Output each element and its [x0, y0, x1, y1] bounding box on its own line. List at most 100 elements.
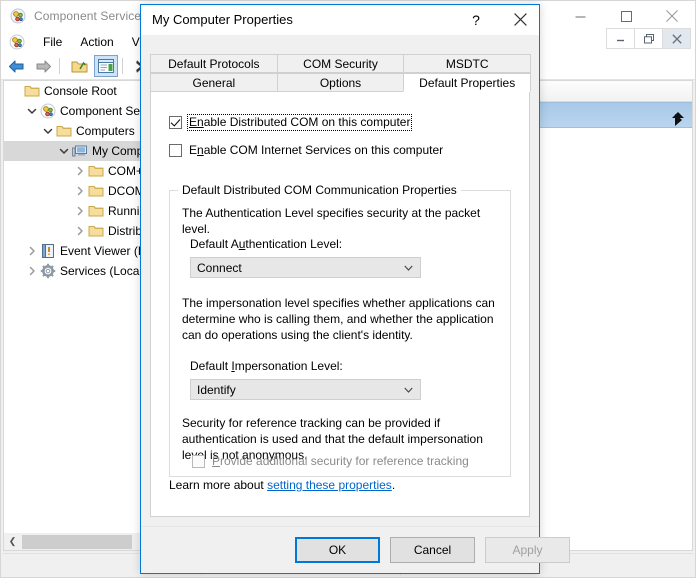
close-button[interactable]: [649, 1, 695, 31]
setting-these-properties-link[interactable]: setting these properties: [267, 478, 392, 492]
enable-distributed-com-label: Enable Distributed COM on this computer: [186, 114, 413, 131]
label-rest: able COM Internet Services on this compu…: [203, 143, 444, 157]
tree-item-label: COM+: [108, 164, 144, 178]
menu-file[interactable]: File: [34, 33, 71, 51]
maximize-button[interactable]: [603, 1, 649, 31]
mdi-restore-button[interactable]: [634, 28, 663, 49]
enable-com-internet-services-checkbox[interactable]: [169, 144, 182, 157]
mdi-minimize-button[interactable]: [606, 28, 635, 49]
label-pre: E: [189, 143, 198, 157]
component-services-icon: [9, 34, 25, 50]
default-properties-tab-page: Enable Distributed COM on this computer …: [150, 92, 530, 517]
services-icon: [40, 263, 56, 279]
provide-additional-security-label: Provide additional security for referenc…: [212, 455, 469, 468]
accel-char: n: [197, 143, 204, 157]
accel-char: E: [189, 115, 198, 129]
folder-icon: [88, 163, 104, 179]
tab-options[interactable]: Options: [276, 73, 405, 92]
enable-com-internet-services-label: Enable COM Internet Services on this com…: [189, 144, 443, 157]
tab-msdtc[interactable]: MSDTC: [403, 54, 532, 73]
ok-button[interactable]: OK: [295, 537, 380, 563]
chevron-down-icon[interactable]: [40, 123, 56, 139]
tree-item-label: Component Servi: [60, 104, 153, 118]
folder-icon: [88, 183, 104, 199]
impersonation-description: The impersonation level specifies whethe…: [182, 296, 495, 342]
label-rest: rovide additional security for reference…: [220, 454, 469, 468]
tree-item-label: Console Root: [44, 84, 117, 98]
screen: Component Services File Action Console R…: [0, 0, 696, 578]
dialog-body: Default Protocols COM Security MSDTC Gen…: [141, 35, 539, 527]
show-hide-console-tree-button[interactable]: [94, 55, 118, 77]
menu-action[interactable]: Action: [71, 33, 122, 51]
up-one-level-button[interactable]: [67, 55, 91, 77]
authentication-description: The Authentication Level specifies secur…: [182, 206, 481, 236]
label-rest: able Distributed COM on this computer: [203, 115, 411, 129]
dialog-button-bar: OK Cancel Apply: [141, 526, 570, 573]
forward-button[interactable]: [31, 55, 55, 77]
scrollbar-thumb[interactable]: [22, 534, 132, 549]
toolbar-separator: [59, 58, 60, 74]
combobox-value: Connect: [197, 260, 242, 275]
tab-com-security[interactable]: COM Security: [276, 54, 405, 73]
label-rest: mpersonation Level:: [234, 359, 343, 373]
toolbar-separator: [122, 58, 123, 74]
default-authentication-level-combobox[interactable]: Connect: [190, 257, 421, 278]
component-services-icon: [40, 103, 56, 119]
minimize-button[interactable]: [557, 1, 603, 31]
dialog-title: My Computer Properties: [152, 12, 293, 27]
help-button[interactable]: ?: [459, 5, 493, 34]
component-services-icon: [10, 8, 26, 24]
cancel-button[interactable]: Cancel: [390, 537, 475, 563]
event-viewer-icon: [40, 243, 56, 259]
default-impersonation-level-combobox[interactable]: Identify: [190, 379, 421, 400]
chevron-down-icon: [404, 265, 413, 271]
chevron-right-icon[interactable]: [24, 263, 40, 279]
chevron-right-icon[interactable]: [72, 163, 88, 179]
my-computer-properties-dialog: My Computer Properties ? Default Protoco…: [140, 4, 570, 574]
provide-additional-security-checkbox[interactable]: [192, 455, 205, 468]
back-button[interactable]: [4, 55, 28, 77]
group-legend: Default Distributed COM Communication Pr…: [178, 183, 461, 197]
chevron-down-icon[interactable]: [24, 103, 40, 119]
tab-row-2: General Options Default Properties: [150, 73, 532, 92]
tab-default-protocols[interactable]: Default Protocols: [150, 54, 278, 73]
default-dcom-communication-properties-group: Default Distributed COM Communication Pr…: [169, 183, 511, 477]
provide-additional-security-checkbox-row[interactable]: Provide additional security for referenc…: [192, 455, 469, 468]
learn-more-prefix: Learn more about: [169, 478, 268, 492]
tree-item-label: Services (Local): [60, 264, 147, 278]
enable-com-internet-services-checkbox-row[interactable]: Enable COM Internet Services on this com…: [169, 144, 443, 157]
folder-icon: [88, 203, 104, 219]
tree-item-label: My Comp: [92, 144, 144, 158]
mdi-close-button[interactable]: [662, 28, 691, 49]
tree-item-label: Distrib: [108, 224, 143, 238]
dialog-titlebar: My Computer Properties ?: [141, 5, 539, 35]
chevron-right-icon[interactable]: [24, 243, 40, 259]
label-pre: Default A: [190, 237, 239, 251]
combobox-value: Identify: [197, 382, 236, 397]
window-caption-buttons: [557, 1, 695, 31]
default-authentication-level-label: Default Authentication Level:: [190, 237, 342, 251]
enable-distributed-com-checkbox[interactable]: [169, 116, 182, 129]
caret-right-icon: [675, 114, 682, 126]
dialog-close-button[interactable]: [503, 5, 537, 34]
chevron-right-icon[interactable]: [72, 183, 88, 199]
tab-general[interactable]: General: [150, 73, 278, 92]
tree-expander-placeholder: [8, 83, 24, 99]
enable-distributed-com-checkbox-row[interactable]: Enable Distributed COM on this computer: [169, 114, 413, 131]
chevron-right-icon[interactable]: [72, 203, 88, 219]
scroll-left-arrow[interactable]: ❮: [4, 533, 21, 550]
tab-default-properties[interactable]: Default Properties: [403, 73, 532, 92]
learn-more-text: Learn more about setting these propertie…: [169, 478, 395, 492]
folder-icon: [88, 223, 104, 239]
tab-row-1: Default Protocols COM Security MSDTC: [150, 54, 532, 73]
chevron-right-icon[interactable]: [72, 223, 88, 239]
default-impersonation-level-label: Default Impersonation Level:: [190, 359, 343, 373]
folder-icon: [24, 83, 40, 99]
label-rest: thentication Level:: [245, 237, 343, 251]
accel-char: P: [212, 454, 221, 468]
tab-strip: Default Protocols COM Security MSDTC Gen…: [150, 54, 532, 92]
chevron-down-icon: [404, 387, 413, 393]
computer-icon: [72, 143, 88, 159]
chevron-down-icon[interactable]: [56, 143, 72, 159]
apply-button[interactable]: Apply: [485, 537, 570, 563]
